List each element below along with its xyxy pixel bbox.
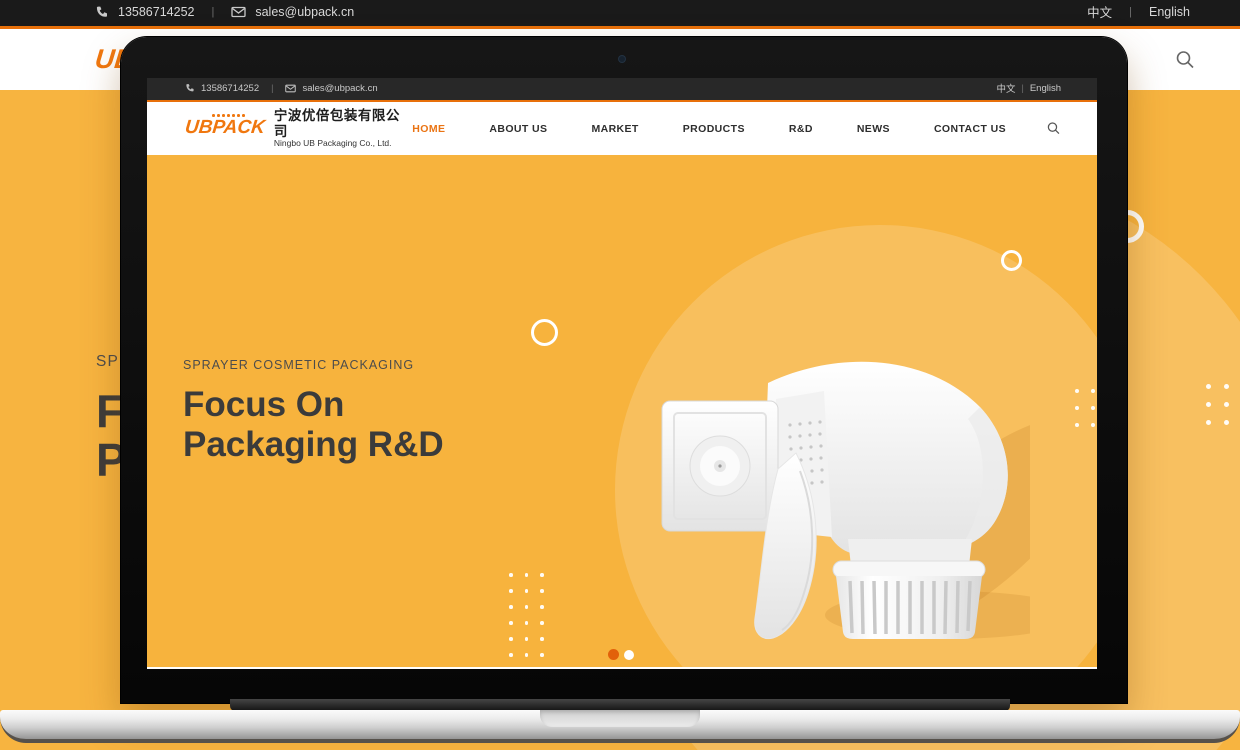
- outer-search-icon[interactable]: [1174, 49, 1196, 71]
- phone-number[interactable]: 13586714252: [201, 83, 259, 94]
- hero-title-line2: Packaging R&D: [183, 425, 444, 465]
- webcam-icon: [619, 56, 625, 62]
- carousel-pagination: [608, 649, 634, 660]
- laptop-screen: 13586714252 | sales@ubpack.cn 中文 | Engli…: [147, 78, 1097, 669]
- menu-item-market[interactable]: MARKET: [591, 123, 638, 135]
- phone-icon: [185, 83, 195, 93]
- mail-icon: [285, 84, 296, 93]
- hero-title-line1: Focus On: [183, 385, 444, 425]
- email-link[interactable]: sales@ubpack.cn: [255, 5, 354, 19]
- lang-en-link[interactable]: English: [1030, 83, 1061, 94]
- lang-zh-link[interactable]: 中文: [1087, 2, 1112, 21]
- inner-topbar: 13586714252 | sales@ubpack.cn 中文 | Engli…: [147, 78, 1097, 102]
- outer-topbar: 13586714252 | sales@ubpack.cn 中文 | Engli…: [0, 0, 1240, 29]
- hero-decor-ring-right: [1001, 250, 1022, 271]
- lang-zh-link[interactable]: 中文: [996, 81, 1015, 95]
- trigger-sprayer-product-image: [650, 341, 1030, 641]
- lang-divider: |: [1121, 6, 1140, 18]
- phone-icon: [95, 5, 109, 19]
- menu-item-about-us[interactable]: ABOUT US: [489, 123, 547, 135]
- menu-item-products[interactable]: PRODUCTS: [683, 123, 745, 135]
- hero-decor-dots-right: [1075, 389, 1097, 427]
- lang-en-link[interactable]: English: [1149, 5, 1190, 19]
- hero-decor-ring-left: [531, 319, 558, 346]
- logo-wordmark: UBPACK: [184, 117, 266, 139]
- menu-item-news[interactable]: NEWS: [857, 123, 890, 135]
- company-name-en: Ningbo UB Packaging Co., Ltd.: [274, 139, 412, 149]
- lang-divider: |: [1015, 83, 1029, 93]
- topbar-divider: |: [265, 83, 279, 93]
- page: 13586714252 | sales@ubpack.cn 中文 | Engli…: [0, 0, 1240, 750]
- hero-banner: SPRAYER COSMETIC PACKAGING Focus On Pack…: [147, 155, 1097, 667]
- inner-navbar: UBPACK 宁波优倍包装有限公司 Ningbo UB Packaging Co…: [147, 102, 1097, 155]
- carousel-dot-2[interactable]: [624, 650, 634, 660]
- inner-search-icon[interactable]: [1046, 121, 1061, 136]
- site-logo[interactable]: UBPACK 宁波优倍包装有限公司 Ningbo UB Packaging Co…: [185, 108, 412, 149]
- laptop-base: [0, 710, 1240, 743]
- laptop-lid-notch: [540, 710, 700, 727]
- company-name-cn: 宁波优倍包装有限公司: [274, 108, 412, 139]
- menu-item-rd[interactable]: R&D: [789, 123, 813, 135]
- hero-decor-dots-left: [509, 573, 544, 667]
- topbar-divider: |: [203, 6, 222, 18]
- laptop-mockup: 13586714252 | sales@ubpack.cn 中文 | Engli…: [121, 37, 1127, 703]
- mail-icon: [231, 6, 246, 18]
- carousel-dot-1-active[interactable]: [608, 649, 619, 660]
- menu-item-contact-us[interactable]: CONTACT US: [934, 123, 1006, 135]
- phone-number[interactable]: 13586714252: [118, 5, 194, 19]
- hero-eyebrow: SPRAYER COSMETIC PACKAGING: [183, 358, 444, 372]
- menu-item-home[interactable]: HOME: [412, 123, 445, 135]
- email-link[interactable]: sales@ubpack.cn: [302, 83, 377, 94]
- hero-copy: SPRAYER COSMETIC PACKAGING Focus On Pack…: [183, 358, 444, 465]
- outer-decor-dots: [1206, 384, 1240, 425]
- main-menu: HOME ABOUT US MARKET PRODUCTS R&D NEWS C…: [412, 123, 1006, 135]
